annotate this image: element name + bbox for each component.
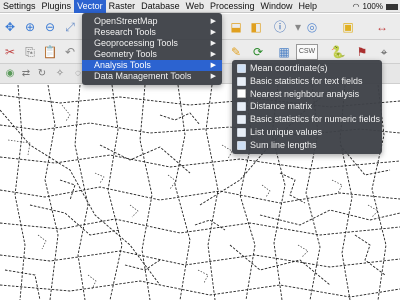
menu-settings[interactable]: Settings (0, 0, 39, 13)
copy-icon[interactable]: ⎘ (22, 44, 38, 60)
sum-line-lengths-icon (237, 140, 246, 150)
menu-database[interactable]: Database (138, 0, 183, 13)
identify-icon[interactable]: ⓘ (272, 19, 288, 35)
python-icon[interactable]: 🐍 (330, 44, 346, 60)
menu-vector[interactable]: Vector (74, 0, 106, 13)
menu-item-label: Research Tools (94, 27, 156, 37)
analysis-basic-stats-text[interactable]: Basic statistics for text fields (232, 75, 382, 88)
scissors-icon[interactable]: ✂ (2, 44, 18, 60)
battery-percent: 100% (362, 2, 383, 11)
menu-processing[interactable]: Processing (207, 0, 258, 13)
menu-item-label: Mean coordinate(s) (250, 63, 328, 73)
nearest-neighbour-icon (237, 89, 246, 99)
menu-item-label: Geoprocessing Tools (94, 38, 178, 48)
menu-web[interactable]: Web (183, 0, 207, 13)
menu-plugins[interactable]: Plugins (39, 0, 75, 13)
analysis-list-unique-values[interactable]: List unique values (232, 126, 382, 139)
label-tool-icon[interactable]: ✎ (228, 44, 244, 60)
menu-raster[interactable]: Raster (106, 0, 139, 13)
statistics-icon (237, 115, 246, 125)
submenu-arrow-icon: ▶ (210, 62, 216, 69)
analysis-nearest-neighbour[interactable]: Nearest neighbour analysis (232, 88, 382, 101)
refresh-icon[interactable]: ⟳ (250, 44, 266, 60)
zoom-in-icon[interactable]: ⊕ (22, 19, 38, 35)
menu-window[interactable]: Window (258, 0, 296, 13)
vector-menu-research-tools[interactable]: Research Tools ▶ (82, 27, 222, 38)
submenu-arrow-icon: ▶ (210, 73, 216, 80)
deselect-icon[interactable]: ▣ (340, 19, 356, 35)
mean-coordinates-icon (237, 63, 246, 73)
analysis-tools-submenu: Mean coordinate(s) Basic statistics for … (232, 60, 382, 154)
wifi-icon: ◠ (352, 2, 360, 11)
menu-item-label: Data Management Tools (94, 71, 192, 81)
analysis-distance-matrix[interactable]: Distance matrix (232, 100, 382, 113)
zoom-selection-icon[interactable]: ◧ (248, 19, 264, 35)
simplify-icon[interactable]: ✧ (54, 68, 66, 80)
csw-button[interactable]: CSW (296, 44, 318, 60)
analysis-sum-line-lengths[interactable]: Sum line lengths (232, 139, 382, 152)
zoom-layer-icon[interactable]: ⬓ (228, 19, 244, 35)
add-feature-icon[interactable]: ◉ (4, 68, 16, 80)
vector-menu-geometry-tools[interactable]: Geometry Tools ▶ (82, 49, 222, 60)
menu-item-label: List unique values (250, 126, 323, 137)
rotate-feature-icon[interactable]: ↻ (36, 68, 48, 80)
analysis-mean-coordinates[interactable]: Mean coordinate(s) (232, 62, 382, 75)
menu-bar: Settings Plugins Vector Raster Database … (0, 0, 400, 13)
menu-item-label: Sum line lengths (250, 139, 317, 150)
menu-item-label: OpenStreetMap (94, 16, 158, 26)
vector-menu-geoprocessing-tools[interactable]: Geoprocessing Tools ▶ (82, 38, 222, 49)
node-tool-icon[interactable]: ⌖ (376, 44, 392, 60)
menu-item-label: Basic statistics for numeric fields (250, 114, 381, 125)
submenu-arrow-icon: ▶ (210, 40, 216, 47)
distance-matrix-icon (237, 102, 246, 112)
vector-menu: OpenStreetMap ▶ Research Tools ▶ Geoproc… (82, 13, 222, 85)
submenu-arrow-icon: ▶ (210, 18, 216, 25)
move-feature-icon[interactable]: ⇄ (20, 68, 32, 80)
zoom-out-icon[interactable]: ⊖ (42, 19, 58, 35)
zoom-full-icon[interactable]: ⤢ (62, 19, 78, 35)
statistics-icon (237, 76, 246, 86)
submenu-arrow-icon: ▶ (210, 29, 216, 36)
undo-icon[interactable]: ↶ (62, 44, 78, 60)
submenu-arrow-icon: ▶ (210, 51, 216, 58)
pan-icon[interactable]: ✥ (2, 19, 18, 35)
status-area: ◠ 100% (353, 0, 398, 13)
digitize-icon[interactable]: ⚑ (354, 44, 370, 60)
paste-icon[interactable]: 📋 (42, 44, 58, 60)
menu-item-label: Nearest neighbour analysis (250, 88, 360, 99)
layer-icon[interactable]: ▦ (276, 44, 292, 60)
vector-menu-data-management-tools[interactable]: Data Management Tools ▶ (82, 71, 222, 82)
battery-icon (386, 3, 398, 10)
menu-item-label: Analysis Tools (94, 60, 151, 70)
menu-help[interactable]: Help (296, 0, 321, 13)
menu-item-label: Geometry Tools (94, 49, 157, 59)
vector-menu-analysis-tools[interactable]: Analysis Tools ▶ (82, 60, 222, 71)
list-icon (237, 127, 246, 137)
vector-menu-openstreetmap[interactable]: OpenStreetMap ▶ (82, 16, 222, 27)
menu-item-label: Basic statistics for text fields (250, 75, 363, 86)
measure-icon[interactable]: ↔ (374, 19, 390, 35)
select-features-icon[interactable]: ◎ (304, 19, 320, 35)
menu-item-label: Distance matrix (250, 101, 313, 112)
analysis-basic-stats-numeric[interactable]: Basic statistics for numeric fields (232, 113, 382, 126)
